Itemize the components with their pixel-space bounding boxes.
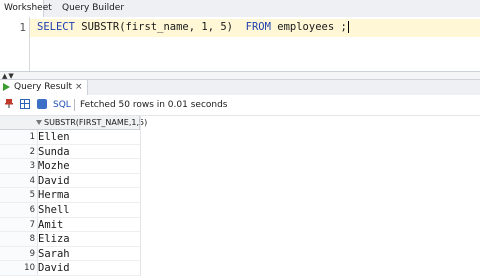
favorite-icon[interactable] [37,99,47,109]
result-toolbar: SQL Fetched 50 rows in 0.01 seconds [0,95,480,116]
cell-value[interactable]: David [38,174,70,188]
keyword-select: SELECT [37,21,75,33]
tab-query-builder[interactable]: Query Builder [62,0,124,17]
tab-worksheet[interactable]: Worksheet [0,0,52,17]
table-row[interactable]: 3 Mozhe [0,159,140,174]
pin-icon[interactable] [5,99,13,108]
cell-value[interactable]: Amit [38,218,63,232]
text-caret [347,21,349,33]
row-number: 5 [29,190,35,201]
row-number: 9 [29,248,35,259]
cell-value[interactable]: Herma [38,188,70,202]
table-row[interactable]: 10 David [0,261,140,276]
row-number: 8 [29,234,35,245]
sql-editor[interactable]: 1 SELECT SUBSTR(first_name, 1, 5) FROM e… [0,17,480,71]
cell-value[interactable]: Sarah [38,247,70,261]
cell-value[interactable]: Shell [38,203,70,217]
close-icon[interactable]: × [75,80,83,95]
keyword-from: FROM [245,21,271,33]
column-header-label: SUBSTR(FIRST_NAME,1,5) [44,118,148,127]
sql-button[interactable]: SQL [53,95,71,115]
column-divider [140,116,141,276]
cell-value[interactable]: Mozhe [38,159,70,173]
row-number: 1 [29,132,35,142]
row-number: 7 [29,219,35,230]
row-number: 2 [29,146,35,157]
table-name: employees ; [277,21,347,33]
sql-code[interactable]: SELECT SUBSTR(first_name, 1, 5) FROM emp… [37,21,349,33]
panel-splitter[interactable]: ▲▼ [0,71,480,80]
run-icon [3,83,10,91]
table-row[interactable]: 8 Eliza [0,232,140,247]
line-gutter: 1 [0,17,30,71]
splitter-arrows-icon[interactable]: ▲▼ [2,72,15,80]
fetch-status: Fetched 50 rows in 0.01 seconds [80,100,228,110]
cell-value[interactable]: David [38,261,70,275]
row-number: 3 [29,161,35,172]
cell-value[interactable]: Sunda [38,145,70,159]
line-number: 1 [19,21,26,34]
table-row[interactable]: 7 Amit [0,218,140,233]
row-number: 6 [29,205,35,215]
row-number: 4 [29,175,35,186]
table-row[interactable]: 5 Herma [0,188,140,203]
worksheet-tabbar: Worksheet Query Builder [0,0,480,18]
table-row[interactable]: 4 David [0,174,140,189]
row-number: 10 [24,263,35,274]
result-tabbar: Query Result × [0,80,480,96]
table-row[interactable]: 2 Sunda [0,145,140,160]
substr-call: SUBSTR(first_name, 1, 5) [81,21,233,33]
cell-value[interactable]: Ellen [38,130,70,144]
result-grid[interactable]: SUBSTR(FIRST_NAME,1,5) 1 Ellen 2 Sunda 3 Mo… [0,116,480,276]
table-row[interactable]: 6 Shell [0,203,140,218]
result-tab-label: Query Result [14,82,73,92]
column-header[interactable]: SUBSTR(FIRST_NAME,1,5) [0,116,147,130]
sort-icon[interactable] [36,120,42,125]
toolbar-divider [74,99,75,111]
table-row[interactable]: 1 Ellen [0,130,140,145]
table-row[interactable]: 9 Sarah [0,247,140,262]
grid-icon[interactable] [20,99,30,109]
tab-query-result[interactable]: Query Result × [0,80,88,95]
cell-value[interactable]: Eliza [38,232,70,246]
